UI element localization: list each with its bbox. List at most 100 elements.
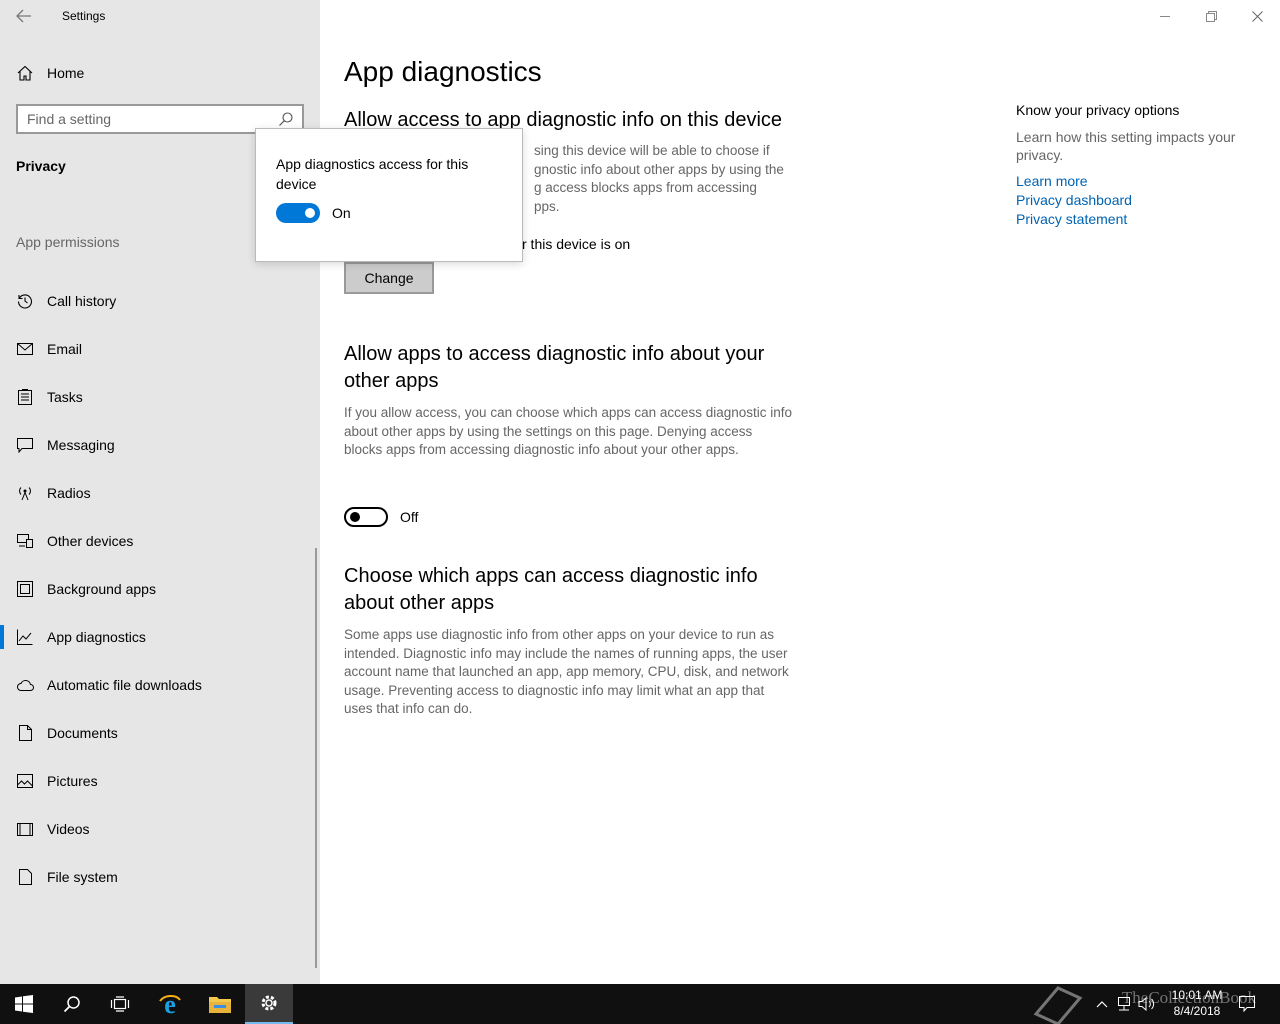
mail-icon [16, 340, 34, 358]
tasks-icon [16, 388, 34, 406]
group-label: App permissions [16, 234, 120, 250]
flyout-toggle-row: On [276, 203, 351, 223]
learn-more-link[interactable]: Learn more [1016, 172, 1256, 191]
sidebar-item-pictures[interactable]: Pictures [0, 761, 320, 801]
toggle-knob [305, 208, 315, 218]
background-apps-icon [16, 580, 34, 598]
app-access-toggle[interactable] [344, 507, 388, 527]
sidebar-item-call-history[interactable]: Call history [0, 281, 320, 321]
picture-icon [16, 772, 34, 790]
close-icon [1251, 10, 1263, 22]
edge-icon: e [159, 992, 181, 1016]
titlebar-left: Settings [0, 0, 320, 32]
section-title: Privacy [16, 158, 66, 174]
diagnostics-icon [16, 628, 34, 646]
volume-icon[interactable] [1138, 997, 1156, 1011]
document-icon [16, 724, 34, 742]
search-input[interactable] [18, 106, 268, 132]
home-icon [16, 64, 34, 82]
sidebar-item-messaging[interactable]: Messaging [0, 425, 320, 465]
sidebar-item-label: App diagnostics [47, 629, 146, 645]
sidebar-item-automatic-file-downloads[interactable]: Automatic file downloads [0, 665, 320, 705]
device-access-status: r this device is on [522, 236, 631, 252]
toggle-state-label: On [332, 205, 351, 221]
settings-taskbar-button[interactable] [245, 984, 293, 1024]
minimize-button[interactable] [1142, 0, 1188, 32]
sidebar-item-radios[interactable]: Radios [0, 473, 320, 513]
section-heading-choose-apps: Choose which apps can access diagnostic … [344, 565, 758, 614]
sidebar-item-label: Documents [47, 725, 118, 741]
related-privacy-panel: Know your privacy options Learn how this… [1016, 102, 1256, 229]
restore-button[interactable] [1188, 0, 1234, 32]
sidebar-item-home[interactable]: Home [0, 53, 320, 93]
video-icon [16, 820, 34, 838]
related-title: Know your privacy options [1016, 102, 1180, 118]
close-button[interactable] [1234, 0, 1280, 32]
clock-time: 10:01 AM [1171, 988, 1223, 1002]
sidebar-item-label: Background apps [47, 581, 156, 597]
watermark-book-icon [1033, 986, 1083, 1024]
app-access-toggle-row: Off [344, 507, 418, 527]
message-icon [16, 436, 34, 454]
devices-icon [16, 532, 34, 550]
sidebar-item-label: Tasks [47, 389, 83, 405]
taskbar-clock[interactable]: 10:01 AM 8/4/2018 [1162, 987, 1232, 1019]
chevron-up-icon[interactable] [1096, 1000, 1108, 1008]
related-text: Learn how this setting impacts your priv… [1016, 129, 1236, 163]
sidebar-item-app-diagnostics[interactable]: App diagnostics [0, 617, 320, 657]
sidebar-item-email[interactable]: Email [0, 329, 320, 369]
task-view-button[interactable] [96, 984, 144, 1024]
taskbar: e TheCollectionBook 10:01 AM 8/4/2018 [0, 984, 1280, 1024]
paragraph-line: gnostic info about other apps by using t… [534, 161, 784, 177]
network-icon[interactable] [1116, 996, 1132, 1012]
section-paragraph-app-access: If you allow access, you can choose whic… [344, 405, 792, 457]
file-explorer-taskbar-button[interactable] [196, 984, 244, 1024]
paragraph-line: sing this device will be able to choose … [534, 143, 770, 158]
taskbar-search-button[interactable] [48, 984, 96, 1024]
back-arrow-icon [16, 9, 31, 23]
sidebar-item-other-devices[interactable]: Other devices [0, 521, 320, 561]
section-heading-app-access: Allow apps to access diagnostic info abo… [344, 343, 765, 392]
sidebar-item-background-apps[interactable]: Background apps [0, 569, 320, 609]
sidebar-item-documents[interactable]: Documents [0, 713, 320, 753]
app-title: Settings [62, 9, 106, 23]
sidebar-item-tasks[interactable]: Tasks [0, 377, 320, 417]
sidebar-item-label: Other devices [47, 533, 134, 549]
restore-icon [1205, 10, 1217, 22]
back-button[interactable] [10, 4, 38, 28]
task-view-icon [110, 996, 130, 1012]
flyout-title: App diagnostics access for this device [276, 156, 469, 192]
section-paragraph-choose-apps: Some apps use diagnostic info from other… [344, 627, 789, 716]
page-title: App diagnostics [344, 56, 542, 87]
notification-icon[interactable] [1239, 996, 1255, 1012]
sidebar-item-label: Radios [47, 485, 91, 501]
paragraph-line: pps. [534, 198, 560, 214]
sidebar-scrollbar[interactable] [315, 548, 317, 968]
sidebar-item-label: Call history [47, 293, 117, 309]
sidebar-item-label: File system [47, 869, 118, 885]
history-icon [16, 292, 34, 310]
toggle-knob [350, 512, 360, 522]
sidebar-item-label: Pictures [47, 773, 98, 789]
device-access-flyout: App diagnostics access for this device O… [255, 128, 523, 262]
sidebar-item-label: Automatic file downloads [47, 677, 202, 693]
window-controls [1142, 0, 1280, 32]
sidebar-item-label: Home [47, 65, 85, 81]
start-button[interactable] [0, 984, 48, 1024]
privacy-statement-link[interactable]: Privacy statement [1016, 210, 1256, 229]
sidebar-item-label: Videos [47, 821, 90, 837]
section-paragraph-device-access: sing this device will be able to choose … [534, 142, 794, 216]
file-icon [16, 868, 34, 886]
sidebar-item-videos[interactable]: Videos [0, 809, 320, 849]
sidebar-item-label: Messaging [47, 437, 115, 453]
change-button[interactable]: Change [344, 262, 434, 294]
clock-date: 8/4/2018 [1173, 1004, 1221, 1018]
device-access-toggle[interactable] [276, 203, 320, 223]
antenna-icon [16, 484, 34, 502]
search-icon [63, 996, 80, 1013]
edge-taskbar-button[interactable]: e [146, 984, 194, 1024]
paragraph-line: g access blocks apps from accessing [534, 180, 757, 195]
privacy-dashboard-link[interactable]: Privacy dashboard [1016, 191, 1256, 210]
file-explorer-icon [209, 997, 231, 1013]
sidebar-item-file-system[interactable]: File system [0, 857, 320, 897]
